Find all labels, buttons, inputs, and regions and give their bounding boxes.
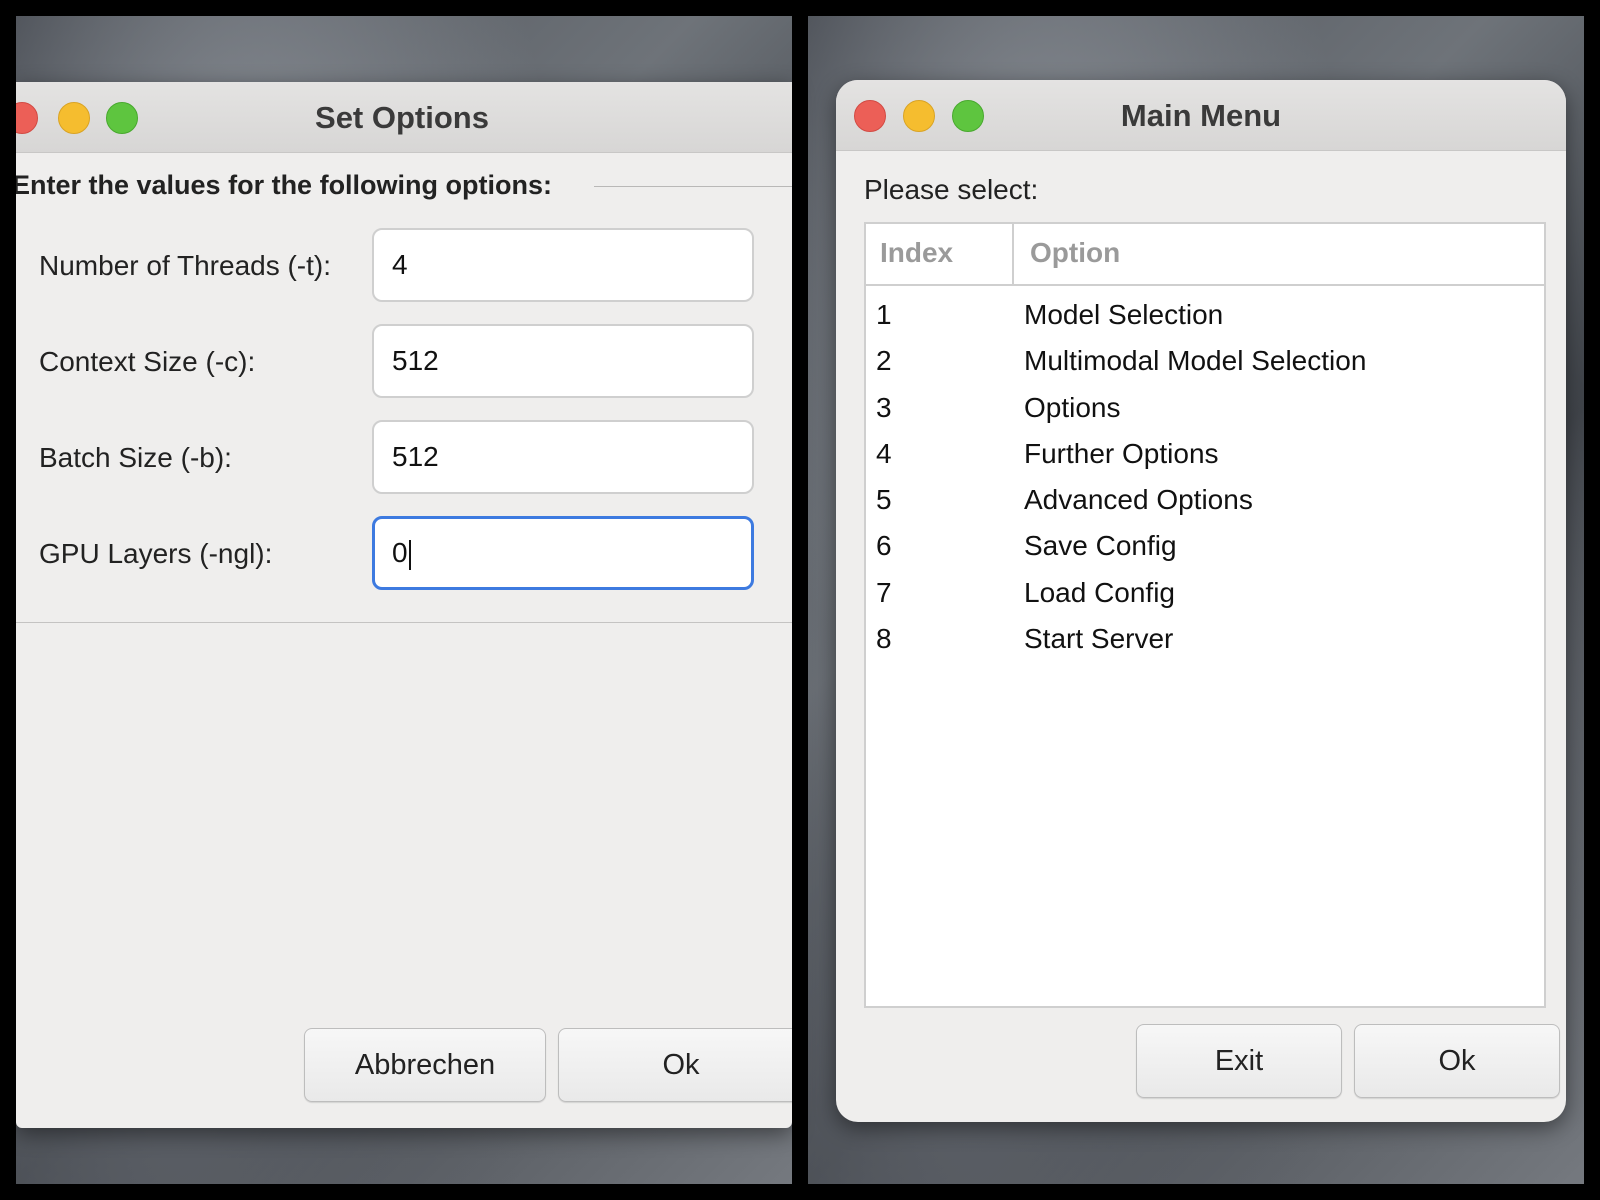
- group-bottom-divider: [16, 622, 792, 623]
- table-row[interactable]: 8 Start Server: [866, 616, 1544, 662]
- window-title: Main Menu: [1120, 98, 1282, 133]
- gpu-layers-label: GPU Layers (-ngl):: [39, 538, 273, 569]
- exit-button[interactable]: Exit: [1136, 1024, 1342, 1098]
- table-row[interactable]: 7 Load Config: [866, 570, 1544, 616]
- batch-size-label: Batch Size (-b):: [39, 442, 232, 473]
- row-index: 5: [876, 484, 892, 516]
- row-option: Further Options: [1024, 437, 1219, 469]
- table-row[interactable]: 4 Further Options: [866, 431, 1544, 477]
- row-index: 3: [876, 391, 892, 423]
- select-prompt: Please select:: [864, 174, 1039, 205]
- batch-size-input[interactable]: 512: [372, 420, 754, 494]
- window-title: Set Options: [315, 100, 489, 135]
- row-option: Options: [1024, 391, 1121, 423]
- column-header-option[interactable]: Option: [1030, 224, 1120, 284]
- set-options-window: Set Options Enter the values for the fol…: [16, 82, 792, 1128]
- options-group-heading: Enter the values for the following optio…: [16, 170, 555, 201]
- threads-input[interactable]: 4: [372, 228, 754, 302]
- context-size-label: Context Size (-c):: [39, 346, 256, 377]
- ok-button[interactable]: Ok: [558, 1028, 792, 1102]
- threads-label: Number of Threads (-t):: [39, 250, 332, 281]
- row-option: Model Selection: [1024, 299, 1224, 330]
- row-option: Multimodal Model Selection: [1024, 345, 1367, 377]
- main-menu-window: Main Menu Please select: Index Option 1 …: [836, 80, 1566, 1122]
- table-row[interactable]: 3 Options: [866, 385, 1544, 431]
- text-caret: [408, 539, 411, 570]
- group-divider: [594, 186, 792, 187]
- table-row[interactable]: 1 Model Selection: [866, 292, 1544, 338]
- cancel-button[interactable]: Abbrechen: [304, 1028, 546, 1102]
- table-row[interactable]: 2 Multimodal Model Selection: [866, 338, 1544, 384]
- set-options-titlebar[interactable]: Set Options: [16, 82, 792, 153]
- context-size-input[interactable]: 512: [372, 324, 754, 398]
- menu-table[interactable]: Index Option 1 Model Selection 2 Multimo…: [864, 222, 1546, 1008]
- row-option: Load Config: [1024, 576, 1176, 608]
- table-row[interactable]: 5 Advanced Options: [866, 477, 1544, 523]
- table-row[interactable]: 6 Save Config: [866, 523, 1544, 569]
- column-header-index[interactable]: Index: [866, 224, 1014, 284]
- row-index: 1: [876, 299, 892, 330]
- row-index: 7: [876, 576, 892, 608]
- row-index: 8: [876, 623, 892, 655]
- gpu-layers-value: 0: [392, 537, 408, 568]
- row-index: 6: [876, 530, 892, 562]
- row-index: 2: [876, 345, 892, 377]
- row-option: Save Config: [1024, 530, 1177, 562]
- ok-button[interactable]: Ok: [1354, 1024, 1560, 1098]
- table-body: 1 Model Selection 2 Multimodal Model Sel…: [866, 286, 1544, 662]
- row-index: 4: [876, 437, 892, 469]
- main-menu-titlebar[interactable]: Main Menu: [836, 80, 1566, 151]
- row-option: Start Server: [1024, 623, 1174, 655]
- gpu-layers-input[interactable]: 0: [372, 516, 754, 590]
- row-option: Advanced Options: [1024, 484, 1253, 516]
- table-header: Index Option: [866, 224, 1544, 286]
